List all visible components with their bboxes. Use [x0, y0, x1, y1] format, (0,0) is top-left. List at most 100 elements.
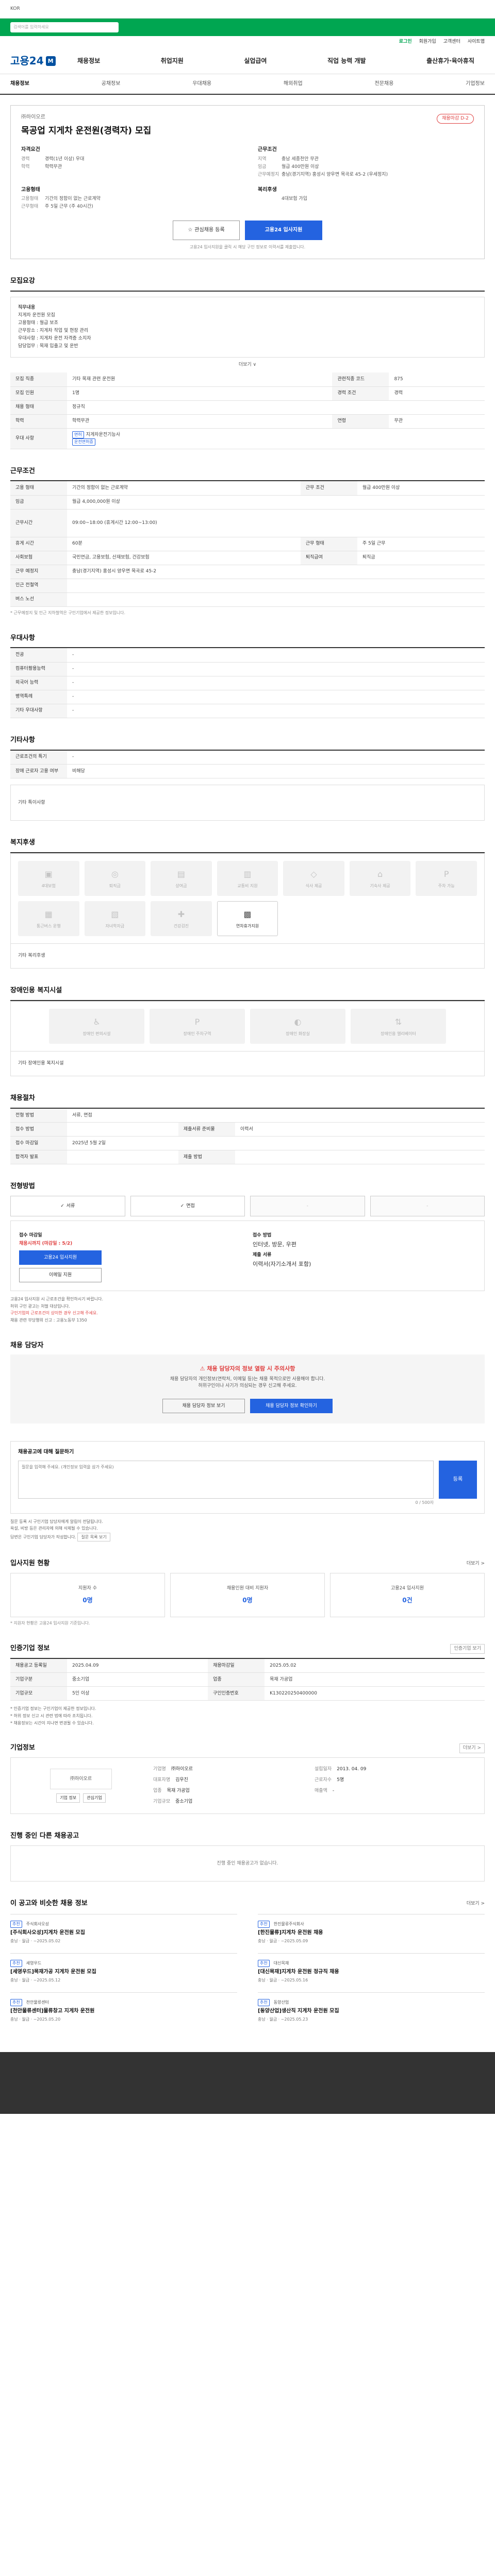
toilet-icon: ◐ — [294, 1016, 302, 1027]
welfare-item: ◎ 퇴직금 — [84, 861, 146, 896]
welfare-grid: ▣ 4대보험 ◎ 퇴직금 ▤ 상여금 ▥ 교통비 지원 ◇ 식사 제공 ⌂ 기숙사 제공 P… — [10, 853, 485, 944]
wheelchair-icon: ♿ — [93, 1016, 101, 1027]
gnb-item-jobs[interactable]: 채용정보 — [77, 57, 100, 65]
facility-item: ◐ 장애인 화장실 — [250, 1008, 345, 1044]
sitemap-link[interactable]: 사이트맵 — [468, 39, 485, 45]
follow-company-button[interactable]: 관심기업 — [83, 1793, 106, 1803]
local-nav: 채용정보 공채정보 우대채용 해외취업 전문채용 기업정보 — [0, 74, 495, 95]
lnb-item-jobinfo[interactable]: 채용정보 — [10, 80, 29, 88]
rec-badge: 추천 — [10, 1921, 22, 1928]
apply-online-button[interactable]: 고용24 입사지원 — [19, 1250, 102, 1265]
rec-badge: 추천 — [10, 1960, 22, 1967]
stat-card: 고용24 입사지원 0건 — [330, 1573, 485, 1618]
license-chip: 면허 — [72, 431, 84, 438]
signup-link[interactable]: 회원가입 — [419, 39, 436, 45]
rec-badge: 추천 — [258, 1960, 270, 1967]
facility-item: ♿ 장애인 편의시설 — [49, 1008, 144, 1044]
lnb-item-company[interactable]: 기업정보 — [466, 80, 485, 88]
recruit-section: 모집요강 직무내용 지게차 운전원 모집 고용형태 : 월급 보조 근무장소 : … — [10, 277, 485, 449]
book-icon: ▧ — [111, 909, 119, 919]
warning-icon: ⚠ — [200, 1365, 207, 1372]
status-more-link[interactable]: 더보기 > — [467, 1561, 485, 1567]
step-empty: - — [250, 1196, 365, 1217]
rec-card[interactable]: 추천 동양산업 [동양산업]생산직 지게차 운전원 모집 충남 · 월급 · ~202… — [258, 1992, 485, 2031]
bus-icon: ▦ — [44, 909, 53, 919]
qna-notices: 질문 등록 시 구인기업 담당자에게 알림이 전달됩니다. 욕설, 비방 등은 관… — [10, 1519, 485, 1542]
section-title: 모집요강 — [10, 277, 35, 285]
stat-card: 채용인원 대비 지원자 0명 — [170, 1573, 325, 1618]
cert-more-button[interactable]: 인증기업 보기 — [450, 1643, 485, 1654]
company-info-button[interactable]: 기업 정보 — [56, 1793, 80, 1803]
login-link[interactable]: 로그인 — [399, 39, 412, 45]
other-jobs-section: 진행 중인 다른 채용공고 진행 중인 채용공고가 없습니다. — [10, 1832, 485, 1882]
rec-card[interactable]: 추천 세영우드 [세영우드]목재가공 지게차 운전원 모집 충남 · 월급 · ~20… — [10, 1953, 237, 1992]
welfare-item: ▥ 교통비 지원 — [217, 861, 278, 896]
lnb-item-preferred[interactable]: 우대채용 — [192, 80, 211, 88]
job-title: 목공업 지게차 운전원(경력자) 모집 — [21, 125, 152, 136]
util-nav: 로그인 회원가입 고객센터 사이트맵 — [0, 36, 495, 48]
work-conditions-section: 근무조건 고용 형태 기간의 정함이 없는 근로계약 근무 조건 월급 400만원 이… — [10, 467, 485, 616]
recommend-section: 이 공고와 비슷한 채용 정보 더보기 > 추천 주식회사오성 [주식회사오성]지게차… — [10, 1899, 485, 2031]
gnb-item-leave[interactable]: 출산휴가·육아휴직 — [426, 57, 474, 65]
rec-badge: 추천 — [10, 1999, 22, 2006]
job-description: 직무내용 지게차 운전원 모집 고용형태 : 월급 보조 근무장소 : 지게차 작… — [10, 296, 485, 358]
welfare-item: P 주차 가능 — [416, 861, 477, 896]
rec-card[interactable]: 추천 주식회사오성 [주식회사오성]지게차 운전원 모집 충남 · 월급 · ~202… — [10, 1914, 237, 1953]
gnb-item-support[interactable]: 취업지원 — [161, 57, 184, 65]
cert-info-section: 인증기업 정보 인증기업 보기 채용공고 등록일 2025.04.09 채용마감일 20… — [10, 1643, 485, 1726]
welfare-item: ▣ 4대보험 — [18, 861, 79, 896]
rec-badge: 추천 — [258, 1921, 270, 1928]
apply-note: 고용24 입사지원을 클릭 시 해당 구인 정보로 이력서를 제출합니다. — [189, 245, 306, 250]
parking-icon: P — [443, 869, 449, 879]
welfare-item: ◇ 식사 제공 — [283, 861, 344, 896]
question-list-button[interactable]: 질문 목록 보기 — [77, 1532, 110, 1542]
question-submit-button[interactable]: 등록 — [439, 1460, 477, 1499]
question-input[interactable] — [18, 1460, 434, 1499]
company-more-button[interactable]: 더보기 > — [459, 1743, 485, 1754]
work-table: 고용 형태 기간의 정함이 없는 근로계약 근무 조건 월급 400만원 이상 임금 월… — [10, 481, 485, 607]
bus-icon: ▥ — [243, 869, 252, 879]
rec-more-link[interactable]: 더보기 > — [467, 1901, 485, 1907]
etc-table: 근로조건의 특기 - 장애 근로자 고용 여부 비해당 — [10, 750, 485, 779]
more-button[interactable]: 더보기 ∨ — [10, 362, 485, 368]
footer — [0, 2052, 495, 2114]
company-logo: ㈜하이오르 — [50, 1769, 112, 1790]
company-details: 기업명 ㈜하이오르 설립일자 2013. 04. 09 대표자명 김우진 근로자수 5명… — [153, 1767, 367, 1805]
apply-box: 접수 마감일 채용시까지 (마감일 : 5/2) 고용24 입사지원 이메일 지… — [10, 1221, 485, 1292]
lnb-item-open[interactable]: 공채정보 — [102, 80, 121, 88]
step-row: ✓ 서류 ✓ 면접 - - — [10, 1196, 485, 1217]
language-label[interactable]: KOR — [10, 6, 20, 12]
welfare-item: ✚ 건강검진 — [151, 901, 212, 937]
apply-notices: 고용24 입사지원 시 근로조건을 확인하시기 바랍니다. 허위 구인 광고는 처… — [10, 1297, 103, 1323]
facility-item: P 장애인 주차구역 — [150, 1008, 245, 1044]
apply-button[interactable]: 고용24 입사지원 — [245, 221, 322, 241]
elevator-icon: ⇅ — [394, 1016, 402, 1027]
help-link[interactable]: 고객센터 — [443, 39, 460, 45]
search-input[interactable]: 검색어를 입력하세요 — [10, 22, 119, 32]
rec-badge: 추천 — [258, 1999, 270, 2006]
lnb-item-overseas[interactable]: 해외취업 — [284, 80, 303, 88]
summary-welfare: 복리후생 4대보험 가입 — [258, 187, 307, 202]
job-summary: ㈜하이오르 목공업 지게차 운전원(경력자) 모집 채용마감 D-2 자격요건 … — [10, 105, 485, 259]
qna-section: 채용공고에 대해 질문하기 등록 0 / 500자 질문 등록 시 구인기업 담… — [10, 1441, 485, 1542]
welfare-item-active: ▩ 연차휴가지원 — [217, 901, 278, 937]
gnb-item-benefit[interactable]: 실업급여 — [244, 57, 267, 65]
lnb-item-expert[interactable]: 전문채용 — [375, 80, 394, 88]
gnb-item-training[interactable]: 직업 능력 개발 — [327, 57, 366, 65]
summary-qualification: 자격요건 경력 경력(1년 이상) 우대 학력 학력무관 — [21, 147, 85, 170]
rec-card[interactable]: 추천 천안물류센터 [천안물류센터]물류창고 지게차 운전원 충남 · 월급 · ~2… — [10, 1992, 237, 2031]
bookmark-button[interactable]: ☆ 관심채용 등록 — [173, 221, 240, 241]
check-icon: ✓ — [60, 1203, 64, 1209]
summary-conditions: 근무조건 지역 충남 세종천안 무관 임금 월급 400만원 이상 근무예정지 충남(… — [258, 147, 388, 177]
site-logo[interactable]: 고용24 M — [10, 54, 67, 69]
confirm-person-button[interactable]: 채용 담당자 정보 확인하기 — [250, 1399, 333, 1414]
disability-section: 장애인용 복지시설 ♿ 장애인 편의시설 P 장애인 주차구역 ◐ 장애인 화장실 ⇅… — [10, 986, 485, 1076]
rec-card[interactable]: 추천 대신목재 [대신목재]지게차 운전원 정규직 채용 충남 · 월급 · ~202… — [258, 1953, 485, 1992]
welfare-item: ▧ 자녀학자금 — [84, 901, 146, 937]
house-icon: ⌂ — [377, 869, 383, 879]
view-person-button[interactable]: 채용 담당자 정보 보기 — [162, 1399, 245, 1414]
meal-icon: ◇ — [310, 869, 317, 879]
rec-card[interactable]: 추천 한진물류주식회사 [한진물류]지게차 운전원 채용 충남 · 월급 · ~202… — [258, 1914, 485, 1953]
apply-email-button[interactable]: 이메일 지원 — [19, 1268, 102, 1283]
cert-table: 채용공고 등록일 2025.04.09 채용마감일 2025.05.02 기업구분 중소… — [10, 1658, 485, 1701]
